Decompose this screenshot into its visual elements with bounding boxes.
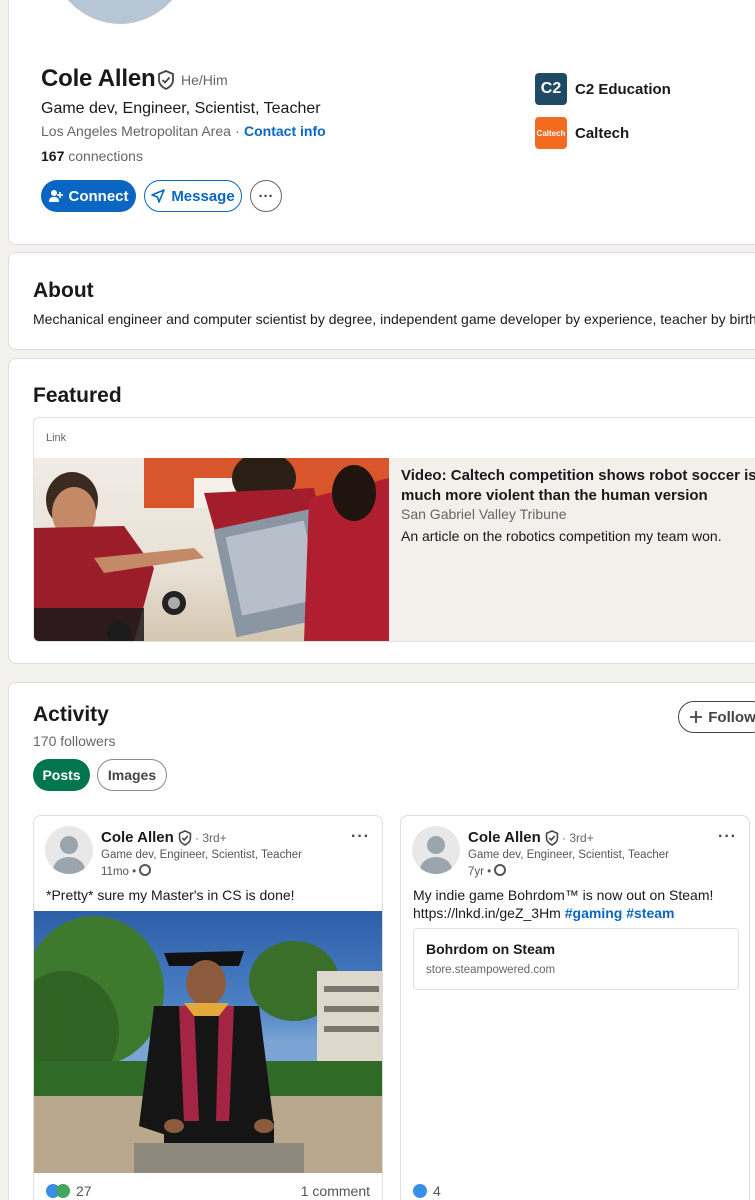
post-card[interactable]: Cole Allen · 3rd+ Game dev, Engineer, Sc… [33, 815, 383, 1200]
post-reactions[interactable]: 4 [413, 1183, 441, 1199]
post-timestamp: 11mo • [101, 864, 152, 878]
avatar[interactable] [412, 826, 460, 874]
featured-description: An article on the robotics competition m… [401, 528, 722, 544]
profile-headline: Game dev, Engineer, Scientist, Teacher [41, 100, 321, 117]
link-preview-title: Bohrdom on Steam [426, 941, 556, 957]
avatar[interactable] [45, 826, 93, 874]
featured-link-card[interactable]: Link Video: Caltech competition shows ro… [33, 417, 755, 642]
connect-button[interactable]: Connect [41, 180, 136, 212]
connections-count[interactable]: 167 connections [41, 148, 143, 164]
verified-shield-icon [178, 830, 192, 846]
post-author-headline: Game dev, Engineer, Scientist, Teacher [468, 849, 669, 861]
featured-type-label: Link [46, 432, 67, 444]
hashtag-steam[interactable]: #steam [626, 905, 674, 921]
like-reaction-icon [413, 1184, 427, 1198]
contact-info-link[interactable]: Contact info [244, 123, 326, 139]
profile-name: Cole Allen [41, 65, 156, 92]
org-caltech[interactable]: Caltech Caltech [535, 117, 629, 149]
post-author[interactable]: Cole Allen [101, 829, 174, 846]
post-menu-button[interactable]: ··· [351, 828, 370, 846]
globe-icon [494, 864, 507, 876]
link-preview-domain: store.steampowered.com [426, 964, 556, 976]
globe-icon [139, 864, 152, 876]
follow-button[interactable]: Follow [678, 701, 755, 733]
post-image[interactable] [34, 911, 382, 1173]
post-author[interactable]: Cole Allen [468, 829, 541, 846]
featured-image [34, 458, 389, 641]
post-menu-button[interactable]: ··· [718, 828, 737, 846]
followers-count: 170 followers [33, 733, 116, 749]
profile-card: Cole Allen He/Him Game dev, Engineer, Sc… [8, 0, 755, 245]
featured-article-title[interactable]: Video: Caltech competition shows robot s… [401, 466, 755, 506]
featured-title: Featured [33, 384, 122, 407]
post-reactions[interactable]: 27 [46, 1183, 92, 1199]
reaction-count: 27 [76, 1183, 92, 1199]
caltech-logo: Caltech [535, 117, 567, 149]
pronouns: He/Him [181, 72, 228, 88]
more-dots-icon: ··· [258, 187, 274, 205]
celebrate-reaction-icon [56, 1184, 70, 1198]
follow-label: Follow [708, 708, 755, 726]
message-label: Message [171, 187, 235, 205]
org-name: C2 Education [575, 80, 671, 98]
about-section: About Mechanical engineer and computer s… [8, 252, 755, 350]
featured-source: San Gabriel Valley Tribune [401, 506, 567, 522]
hashtag-gaming[interactable]: #gaming [565, 905, 623, 921]
more-options-button[interactable]: ··· [250, 180, 282, 212]
message-button[interactable]: Message [144, 180, 242, 212]
profile-location: Los Angeles Metropolitan Area [41, 123, 231, 139]
post-card[interactable]: Cole Allen · 3rd+ Game dev, Engineer, Sc… [400, 815, 750, 1200]
verified-shield-icon[interactable] [157, 70, 175, 90]
post-text: *Pretty* sure my Master's in CS is done! [46, 887, 295, 903]
add-person-icon [48, 190, 63, 202]
connection-degree: · 3rd+ [562, 831, 594, 845]
activity-title: Activity [33, 703, 109, 726]
tab-images[interactable]: Images [97, 759, 167, 791]
about-text: Mechanical engineer and computer scienti… [33, 311, 755, 327]
connect-label: Connect [68, 187, 129, 205]
featured-text-panel: Video: Caltech competition shows robot s… [389, 458, 755, 641]
org-name: Caltech [575, 124, 630, 142]
send-icon [151, 189, 166, 203]
post-timestamp: 7yr • [468, 864, 507, 878]
c2-education-logo: C2 [535, 73, 567, 105]
connection-degree: · 3rd+ [195, 831, 227, 845]
profile-photo[interactable] [45, 0, 195, 28]
separator-dot: · [235, 123, 240, 139]
reaction-count: 4 [433, 1183, 441, 1199]
post-link[interactable]: https://lnkd.in/geZ_3Hm [413, 905, 561, 921]
link-preview-card[interactable]: Bohrdom on Steam store.steampowered.com [413, 928, 739, 990]
activity-section: Activity 170 followers Follow Posts Imag… [8, 682, 755, 1200]
about-title: About [33, 279, 94, 302]
plus-icon [690, 711, 703, 723]
post-author-headline: Game dev, Engineer, Scientist, Teacher [101, 849, 302, 861]
comment-count[interactable]: 1 comment [301, 1183, 370, 1199]
org-c2-education[interactable]: C2 C2 Education [535, 73, 671, 105]
featured-section: Featured Link Video: Caltech competition… [8, 358, 755, 664]
verified-shield-icon [545, 830, 559, 846]
post-text: My indie game Bohrdom™ is now out on Ste… [413, 887, 714, 921]
tab-posts[interactable]: Posts [33, 759, 90, 791]
